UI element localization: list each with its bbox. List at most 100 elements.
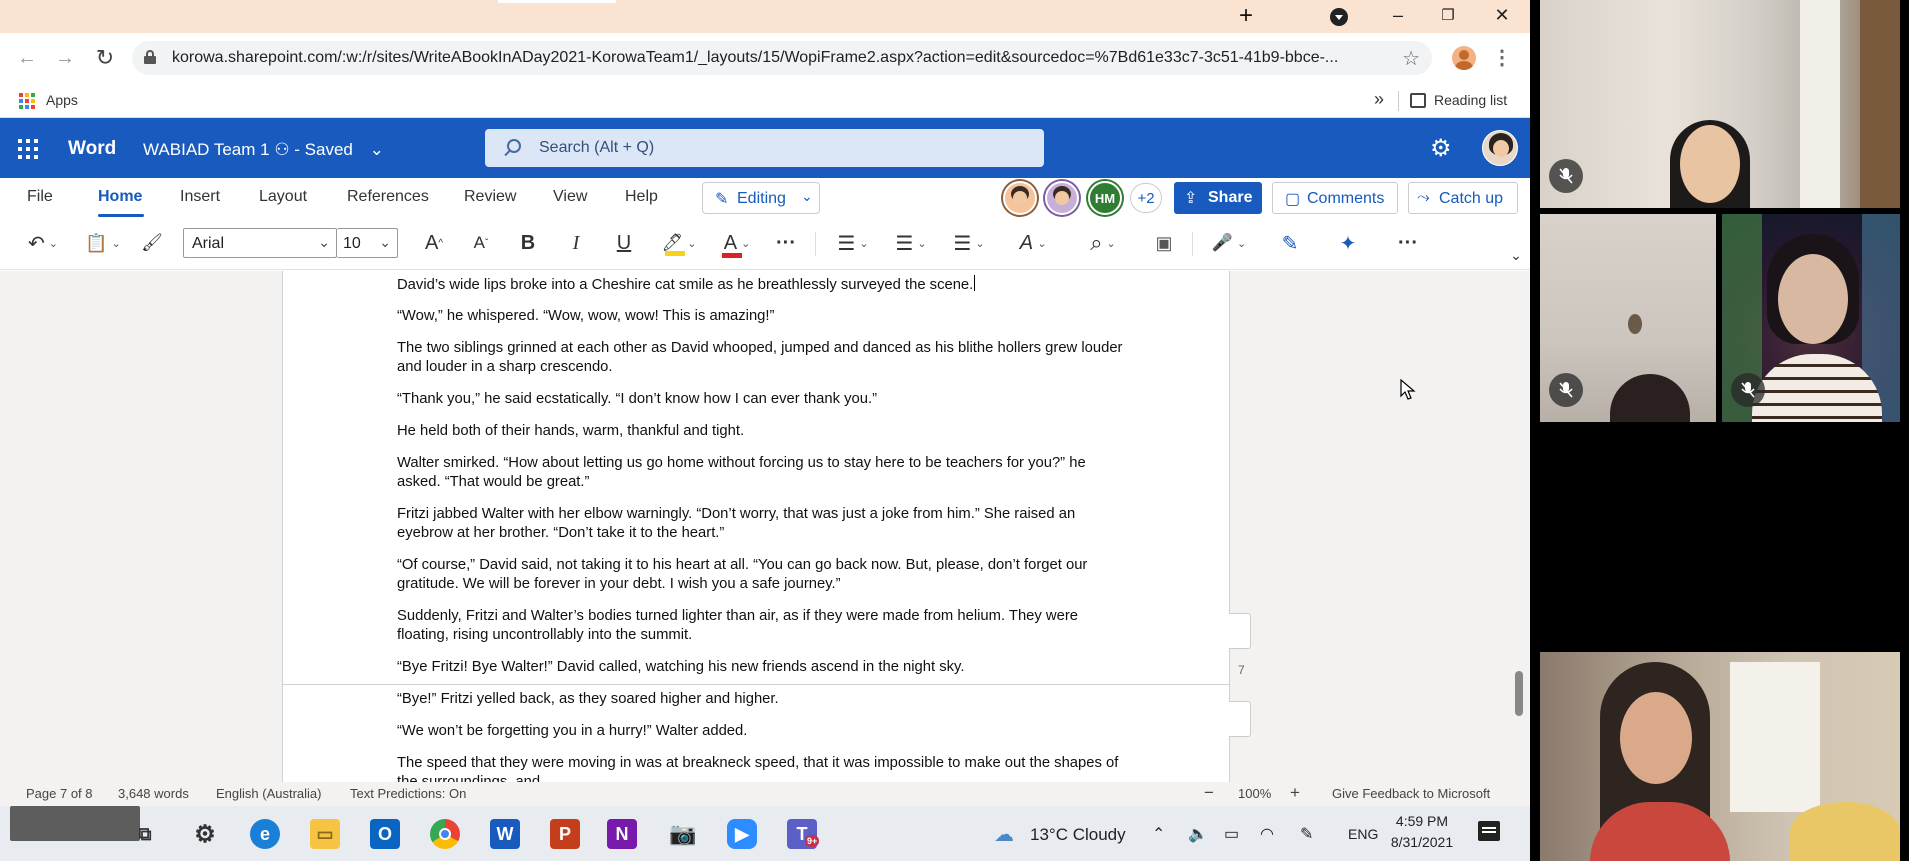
document-canvas[interactable]: David’s wide lips broke into a Cheshire … (0, 271, 1530, 782)
lock-icon[interactable] (144, 50, 156, 64)
immersive-reader-button[interactable]: ▣ (1150, 230, 1178, 256)
paragraph[interactable]: The two siblings grinned at each other a… (397, 339, 1127, 377)
collapse-ribbon-button[interactable]: ⌄ (1508, 242, 1524, 268)
page-info[interactable]: Page 7 of 8 (26, 786, 93, 801)
wifi-icon[interactable]: ◠ (1260, 824, 1274, 844)
edge-icon[interactable]: e (250, 819, 280, 849)
comment-margin-tab[interactable] (1229, 701, 1251, 737)
tab-view[interactable]: View (553, 188, 587, 206)
apps-bookmark[interactable]: Apps (46, 92, 78, 108)
chevron-up-icon[interactable]: ⌃ (1152, 824, 1165, 844)
bold-button[interactable]: B (514, 230, 542, 256)
font-size-select[interactable]: 10 ⌄ (337, 228, 398, 258)
participant-video[interactable] (1540, 0, 1900, 208)
pen-icon[interactable]: ✎ (1300, 824, 1313, 844)
document-title[interactable]: WABIAD Team 1 ⚇ - Saved ⌄ (143, 140, 384, 160)
find-button[interactable]: ⌕ ⌄ (1080, 230, 1126, 256)
reading-list-icon[interactable] (1410, 93, 1426, 108)
zoom-icon[interactable]: ▶ (727, 819, 757, 849)
tab-search-button[interactable] (1326, 4, 1352, 30)
bookmark-star-icon[interactable]: ☆ (1402, 46, 1420, 71)
tab-insert[interactable]: Insert (180, 188, 220, 206)
notification-icon[interactable] (1478, 821, 1500, 841)
ribbon-overflow-button[interactable]: ··· (1392, 230, 1424, 256)
catch-up-button[interactable]: ⤳ Catch up (1408, 182, 1518, 214)
scrollbar-thumb[interactable] (1515, 671, 1523, 716)
restore-button[interactable]: ❐ (1426, 0, 1470, 30)
language[interactable]: English (Australia) (216, 786, 322, 801)
zoom-in-button[interactable]: + (1290, 783, 1300, 803)
gear-icon[interactable]: ⚙ (1430, 134, 1452, 163)
start-area[interactable] (10, 806, 140, 841)
reading-list-button[interactable]: Reading list (1434, 92, 1507, 108)
tab-references[interactable]: References (347, 188, 429, 206)
participant-video[interactable] (1540, 652, 1900, 861)
comments-button[interactable]: ▢ Comments (1272, 182, 1398, 214)
outlook-icon[interactable]: O (370, 819, 400, 849)
cloud-icon[interactable]: ☁ (994, 822, 1014, 847)
more-font-options-button[interactable]: ··· (770, 230, 802, 256)
file-explorer-icon[interactable]: ▭ (310, 819, 340, 849)
share-button[interactable]: ⇪ Share (1174, 182, 1262, 214)
chevron-down-icon[interactable]: ⌄ (370, 140, 384, 159)
app-name[interactable]: Word (68, 138, 116, 160)
highlight-button[interactable]: 🖊 ⌄ (656, 230, 702, 256)
grow-font-button[interactable]: A ^ (420, 230, 448, 256)
align-button[interactable]: ☰ ⌄ (946, 230, 992, 256)
editor-button[interactable]: ✎ (1276, 230, 1304, 256)
zoom-level[interactable]: 100% (1238, 786, 1271, 801)
clock-time[interactable]: 4:59 PM (1388, 813, 1456, 829)
reload-button[interactable]: ↻ (90, 43, 120, 73)
designer-button[interactable]: ✦ (1334, 230, 1362, 256)
browser-menu-icon[interactable]: ⋮ (1492, 45, 1512, 70)
teams-icon[interactable]: T 9+ (787, 819, 820, 849)
battery-icon[interactable]: ▭ (1224, 824, 1239, 844)
minimize-button[interactable]: – (1376, 0, 1420, 30)
bookmarks-overflow-button[interactable]: » (1374, 89, 1384, 110)
tab-help[interactable]: Help (625, 188, 658, 206)
app-launcher-icon[interactable] (18, 139, 38, 159)
paragraph[interactable]: David’s wide lips broke into a Cheshire … (397, 275, 1127, 295)
paragraph[interactable]: “Wow,” he whispered. “Wow, wow, wow! Thi… (397, 307, 1127, 326)
coauthor-avatar-initials[interactable]: HM (1088, 181, 1122, 215)
document-page[interactable]: “Bye!” Fritzi yelled back, as they soare… (282, 684, 1230, 782)
tab-review[interactable]: Review (464, 188, 516, 206)
styles-button[interactable]: A ⌄ (1010, 230, 1056, 256)
forward-button[interactable]: → (50, 43, 80, 73)
task-view-icon[interactable]: ⧉ (130, 819, 160, 849)
shrink-font-button[interactable]: Aˇ (467, 230, 495, 256)
font-name-select[interactable]: Arial ⌄ (183, 228, 337, 258)
active-tab-hint[interactable] (498, 0, 616, 3)
url-text[interactable]: korowa.sharepoint.com/:w:/r/sites/WriteA… (172, 49, 1352, 67)
onenote-icon[interactable]: N (607, 819, 637, 849)
text-predictions[interactable]: Text Predictions: On (350, 786, 466, 801)
paragraph[interactable]: He held both of their hands, warm, thank… (397, 422, 1127, 441)
bullets-button[interactable]: ☰ ⌄ (830, 230, 876, 256)
editing-mode-button[interactable]: ✎ Editing ⌄ (702, 182, 820, 214)
undo-button[interactable]: ↶ ⌄ (20, 230, 66, 256)
camera-icon[interactable]: 📷 (668, 819, 698, 849)
settings-gear-icon[interactable]: ⚙ (190, 819, 220, 849)
input-language[interactable]: ENG (1348, 826, 1378, 842)
omnibox[interactable]: korowa.sharepoint.com/:w:/r/sites/WriteA… (132, 41, 1432, 75)
paragraph[interactable]: “Bye!” Fritzi yelled back, as they soare… (397, 690, 1127, 709)
paragraph[interactable]: Suddenly, Fritzi and Walter’s bodies tur… (397, 607, 1127, 645)
participant-video[interactable] (1722, 214, 1900, 422)
format-painter-button[interactable]: 🖌 (138, 230, 166, 256)
new-tab-button[interactable]: + (1229, 2, 1263, 30)
search-input[interactable]: Search (Alt + Q) (485, 129, 1044, 167)
paragraph[interactable]: Walter smirked. “How about letting us go… (397, 454, 1127, 492)
dictate-button[interactable]: 🎤 ⌄ (1206, 230, 1252, 256)
close-button[interactable]: ✕ (1480, 0, 1524, 30)
word-count[interactable]: 3,648 words (118, 786, 189, 801)
paste-button[interactable]: 📋 ⌄ (80, 230, 126, 256)
font-color-button[interactable]: A ⌄ (714, 230, 760, 258)
apps-grid-icon[interactable] (19, 93, 35, 109)
paragraph[interactable]: The speed that they were moving in was a… (397, 754, 1127, 782)
numbering-button[interactable]: ☰ ⌄ (888, 230, 934, 256)
powerpoint-icon[interactable]: P (550, 819, 580, 849)
chrome-icon[interactable] (430, 819, 460, 849)
tab-layout[interactable]: Layout (259, 188, 307, 206)
document-title-text[interactable]: WABIAD Team 1 ⚇ - Saved (143, 140, 353, 159)
volume-icon[interactable]: 🔈 (1188, 824, 1208, 844)
